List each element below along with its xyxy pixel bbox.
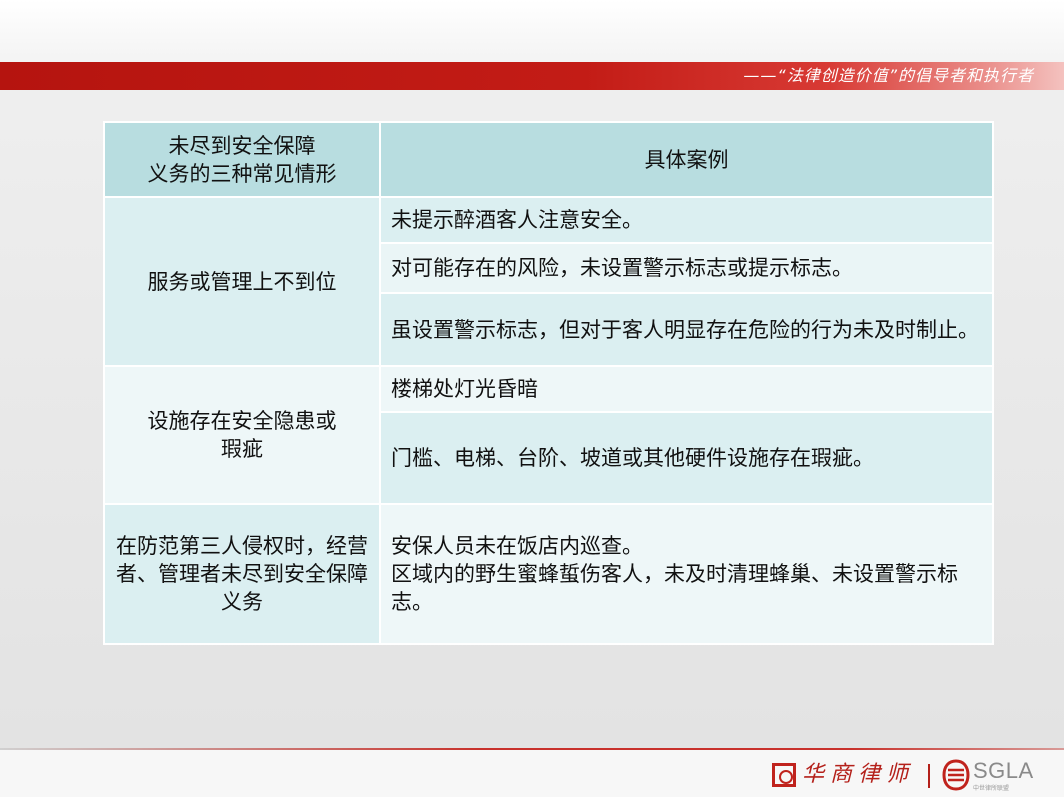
case-cell: 楼梯处灯光昏暗 xyxy=(379,365,994,413)
case-cell: 安保人员未在饭店内巡查。 区域内的野生蜜蜂蜇伤客人，未及时清理蜂巢、未设置警示标… xyxy=(379,503,994,645)
table-header-situation: 未尽到安全保障 义务的三种常见情形 xyxy=(103,121,381,198)
table-row: 服务或管理上不到位 未提示醉酒客人注意安全。 xyxy=(103,196,994,367)
category-cell: 服务或管理上不到位 xyxy=(103,196,381,367)
category-cell: 设施存在安全隐患或 瑕疵 xyxy=(103,365,381,505)
firm-name: 华商律师 xyxy=(802,762,915,787)
table-header-row: 未尽到安全保障 义务的三种常见情形 具体案例 xyxy=(103,121,994,198)
case-cell: 虽设置警示标志，但对于客人明显存在危险的行为未及时制止。 xyxy=(379,292,994,367)
case-cell: 对可能存在的风险，未设置警示标志或提示标志。 xyxy=(379,242,994,294)
header-slogan: ——“法律创造价值”的倡导者和执行者 xyxy=(743,66,1034,85)
case-cell: 门槛、电梯、台阶、坡道或其他硬件设施存在瑕疵。 xyxy=(379,411,994,505)
sgla-brand-subtitle: 中世律所联盟 xyxy=(973,786,1010,792)
table-row: 设施存在安全隐患或 瑕疵 楼梯处灯光昏暗 xyxy=(103,365,994,505)
cases-table: 未尽到安全保障 义务的三种常见情形 具体案例 服务或管理上不到位 未提示醉酒客人… xyxy=(103,121,994,645)
table-header-cases: 具体案例 xyxy=(379,121,994,198)
sgla-brand: SGLA xyxy=(973,758,1034,783)
sgla-logo-icon xyxy=(942,759,970,791)
top-band xyxy=(0,0,1064,62)
case-cell: 未提示醉酒客人注意安全。 xyxy=(379,196,994,244)
footer-logo-divider xyxy=(928,764,930,788)
firm-logo-icon xyxy=(772,763,796,787)
table-row: 在防范第三人侵权时，经营者、管理者未尽到安全保障义务 安保人员未在饭店内巡查。 … xyxy=(103,503,994,645)
category-cell: 在防范第三人侵权时，经营者、管理者未尽到安全保障义务 xyxy=(103,503,381,645)
